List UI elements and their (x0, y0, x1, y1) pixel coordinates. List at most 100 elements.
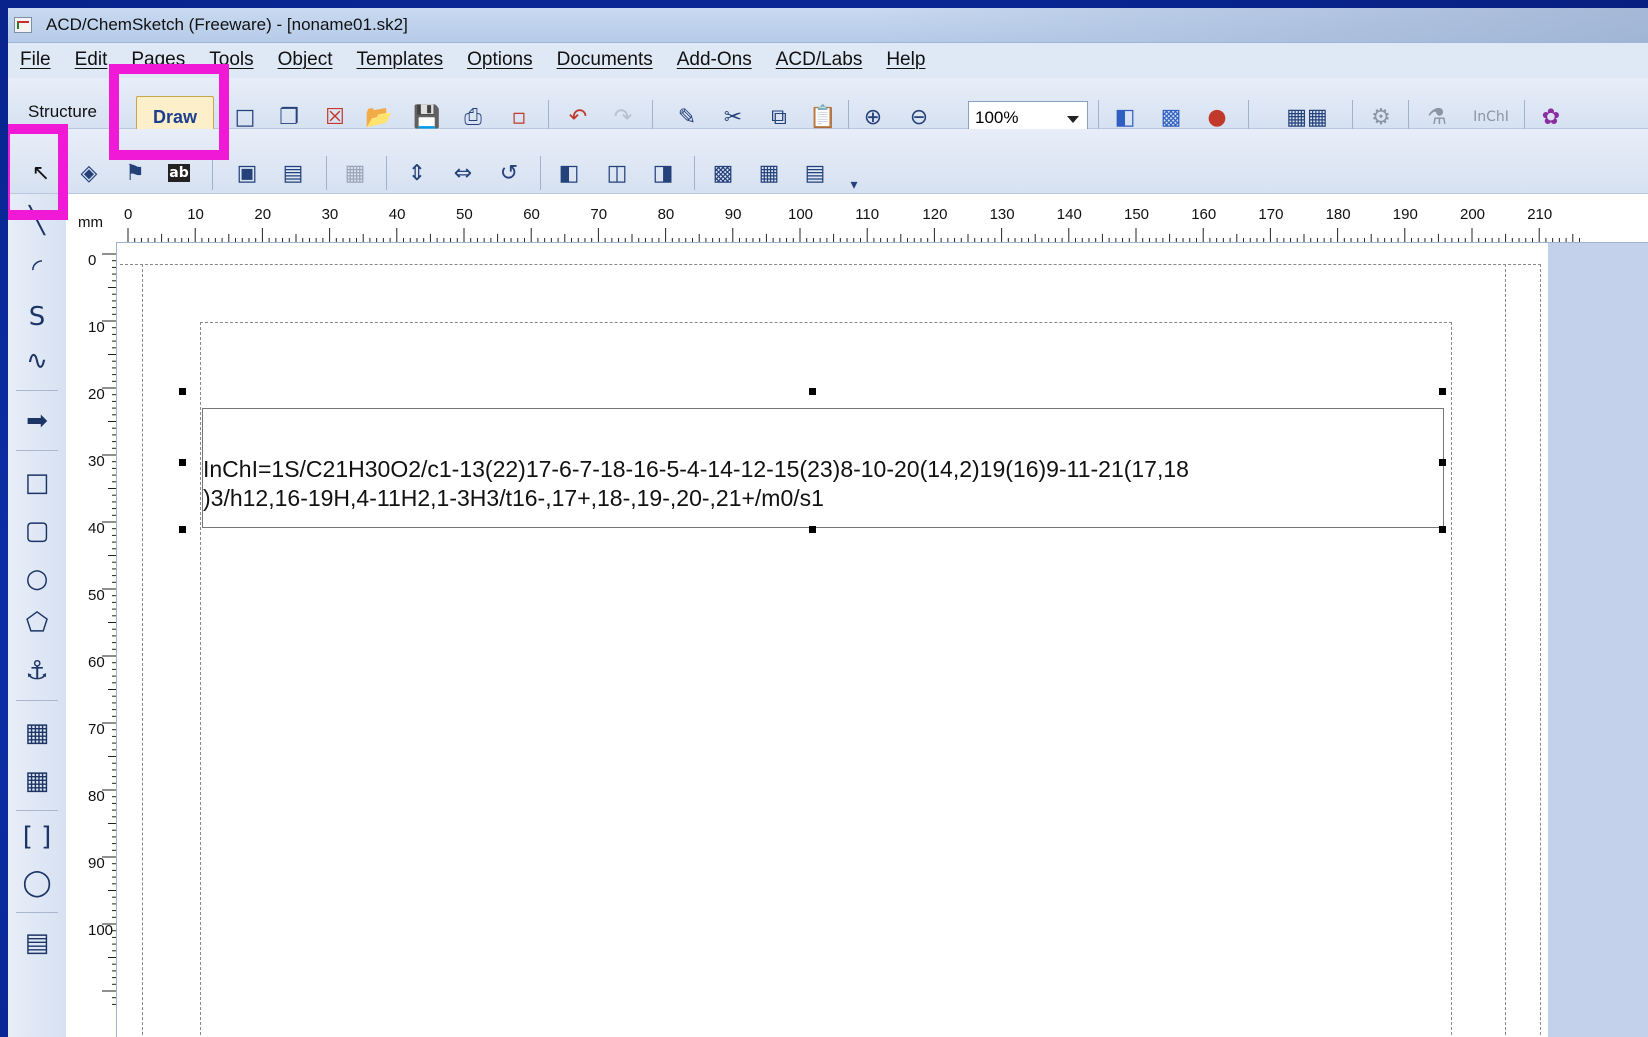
toolbar-separator (652, 100, 653, 130)
ruler-label: 170 (1258, 206, 1284, 223)
ruler-label: 10 (88, 319, 105, 336)
select-tool-highlight (8, 124, 68, 220)
insert-picture-icon[interactable]: ▩ (1156, 102, 1186, 132)
vertical-ruler-ticks (102, 253, 116, 1005)
lab-kit-tool-icon[interactable]: ⚓ (20, 654, 54, 688)
selection-handle[interactable] (1439, 388, 1446, 395)
menu-documents[interactable]: Documents (557, 49, 653, 71)
menu-templates[interactable]: Templates (357, 49, 444, 71)
rounded-rectangle-tool-icon[interactable]: ▢ (20, 514, 54, 548)
align-center-icon[interactable]: ◫ (602, 158, 632, 188)
ellipse-tool-icon[interactable]: ○ (20, 562, 54, 596)
eraser-icon[interactable]: ✎ (672, 102, 702, 132)
selection-handle[interactable] (179, 459, 186, 466)
save-icon[interactable]: 💾 (412, 102, 442, 132)
lock-group-icon[interactable]: ▦ (340, 158, 370, 188)
text-ab-icon[interactable]: ab (164, 158, 194, 188)
print-icon[interactable]: ⎙ (458, 102, 488, 132)
gear-icon[interactable]: ⚙ (1366, 102, 1396, 132)
pointer-flag-icon[interactable]: ⚑ (120, 158, 150, 188)
ruler-label: 0 (124, 206, 133, 223)
align-left-icon[interactable]: ◧ (554, 158, 584, 188)
curve-tool-icon[interactable]: S (20, 300, 54, 334)
molecule-icon[interactable]: ✿ (1536, 102, 1566, 132)
polygon-tool-icon[interactable]: ⬠ (20, 606, 54, 640)
group-icon[interactable]: ▣ (232, 158, 262, 188)
zoom-out-icon[interactable]: ⊖ (904, 102, 934, 132)
new-page-icon[interactable]: □ (230, 102, 260, 132)
menu-file[interactable]: File (20, 49, 51, 71)
menu-help[interactable]: Help (886, 49, 925, 71)
3d-viewer-icon[interactable]: ● (1202, 102, 1232, 132)
inchi-icon[interactable]: InChI (1466, 102, 1516, 132)
tool-separator (16, 912, 58, 913)
toolbar-separator (848, 100, 849, 130)
ruler-label: 110 (855, 206, 880, 223)
lasso-tool-icon[interactable]: ◯ (20, 866, 54, 900)
flip-horizontal-icon[interactable]: ⇔ (448, 158, 478, 188)
ruler-label: 40 (388, 206, 406, 223)
cut-icon[interactable]: ✂ (718, 102, 748, 132)
menu-object[interactable]: Object (278, 49, 333, 71)
align-middle-icon[interactable]: ▦ (754, 158, 784, 188)
arc-tool-icon[interactable]: ◜ (20, 252, 54, 286)
show-panels-icon[interactable]: ▦▦ (1272, 102, 1342, 132)
pdf-export-icon[interactable]: ▫ (504, 102, 534, 132)
title-bar[interactable]: ACD/ChemSketch (Freeware) - [noname01.sk… (8, 8, 1648, 43)
window-title: ACD/ChemSketch (Freeware) - [noname01.sk… (46, 15, 408, 34)
align-right-icon[interactable]: ◨ (648, 158, 678, 188)
polyline-tool-icon[interactable]: ∿ (20, 344, 54, 378)
bracket-tool-icon[interactable]: [ ] (20, 820, 54, 854)
menu-options[interactable]: Options (467, 49, 532, 71)
ruler-label: 140 (1056, 206, 1082, 223)
undo-icon[interactable]: ↶ (563, 102, 593, 132)
zoom-in-icon[interactable]: ⊕ (858, 102, 888, 132)
ruler-label: 20 (254, 206, 272, 223)
ruler-label: 30 (321, 206, 339, 223)
selection-handle[interactable] (809, 388, 816, 395)
ruler-label: 0 (88, 252, 97, 269)
toolbar-separator (1098, 100, 1099, 130)
ruler-label: 100 (788, 206, 814, 223)
fill-icon[interactable]: ◈ (74, 158, 104, 188)
structure-to-page-icon[interactable]: ◧ (1110, 102, 1140, 132)
menu-addons[interactable]: Add-Ons (677, 49, 752, 71)
selection-handle[interactable] (179, 388, 186, 395)
selection-handle[interactable] (179, 526, 186, 533)
menu-edit[interactable]: Edit (75, 49, 108, 71)
ruler-unit: mm (78, 214, 103, 231)
horizontal-ruler: mm 0 10 20 30 40 50 60 70 80 90 100 110 120 130 140 150… (66, 194, 1648, 243)
menu-acdlabs[interactable]: ACD/Labs (776, 49, 863, 71)
ungroup-icon[interactable]: ▤ (278, 158, 308, 188)
selection-handle[interactable] (1439, 459, 1446, 466)
redo-icon[interactable]: ↷ (608, 102, 638, 132)
copy-icon[interactable]: ⧉ (764, 102, 794, 132)
inchi-text-frame[interactable]: InChI=1S/C21H30O2/c1-13(22)17-6-7-18-16-… (202, 408, 1444, 528)
ruler-label: 60 (523, 206, 540, 223)
ruler-label: 40 (88, 520, 105, 537)
arrow-tool-icon[interactable]: ➡ (20, 404, 54, 438)
flip-vertical-icon[interactable]: ⇕ (402, 158, 432, 188)
tool-separator (16, 390, 58, 391)
rotate-icon[interactable]: ↺ (494, 158, 524, 188)
name-structure-icon[interactable]: ⚗ (1422, 102, 1452, 132)
align-bottom-icon[interactable]: ▩ (708, 158, 738, 188)
ruler-label: 80 (657, 206, 675, 223)
chemsketch-app-icon[interactable] (14, 17, 32, 33)
structure-mode-tab[interactable]: Structure (28, 102, 97, 122)
selection-handle[interactable] (1439, 526, 1446, 533)
ruler-label: 70 (88, 721, 105, 738)
template-tool-icon[interactable]: ▤ (20, 926, 54, 960)
align-top-icon[interactable]: ▤ (800, 158, 830, 188)
chevron-down-icon[interactable] (1067, 116, 1079, 123)
copy-page-icon[interactable]: ❐ (274, 102, 304, 132)
open-icon[interactable]: 📂 (364, 102, 394, 132)
calculator-tool-icon[interactable]: ▦ (20, 716, 54, 750)
rectangle-tool-icon[interactable]: □ (20, 466, 54, 500)
delete-page-icon[interactable]: ☒ (320, 102, 350, 132)
paste-icon[interactable]: 📋 (808, 102, 838, 132)
selection-handle[interactable] (809, 526, 816, 533)
ruler-label: 50 (88, 587, 105, 604)
ruler-label: 70 (590, 206, 608, 223)
table-tool-icon[interactable]: ▦ (20, 764, 54, 798)
